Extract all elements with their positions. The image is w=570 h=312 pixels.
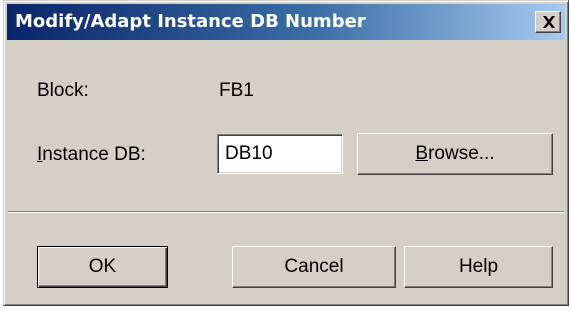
block-label: Block: (37, 80, 89, 101)
help-button[interactable]: Help (404, 246, 553, 288)
cancel-button[interactable]: Cancel (232, 246, 396, 288)
instance-db-input[interactable] (217, 134, 343, 174)
ok-button[interactable]: OK (37, 246, 168, 288)
instance-db-label: Instance DB: (37, 144, 146, 165)
close-button[interactable] (535, 11, 561, 33)
title-bar[interactable]: Modify/Adapt Instance DB Number (7, 4, 565, 40)
browse-button[interactable]: Browse... (357, 133, 553, 175)
dialog-title: Modify/Adapt Instance DB Number (15, 11, 366, 32)
separator (8, 211, 564, 213)
cancel-button-label: Cancel (284, 256, 344, 277)
modify-instance-db-dialog: Modify/Adapt Instance DB Number Block: F… (3, 0, 569, 306)
help-button-label: Help (458, 256, 499, 277)
block-value: FB1 (219, 80, 254, 101)
ok-button-label: OK (88, 256, 117, 277)
browse-button-label: Browse... (415, 143, 495, 164)
close-icon (543, 16, 555, 28)
